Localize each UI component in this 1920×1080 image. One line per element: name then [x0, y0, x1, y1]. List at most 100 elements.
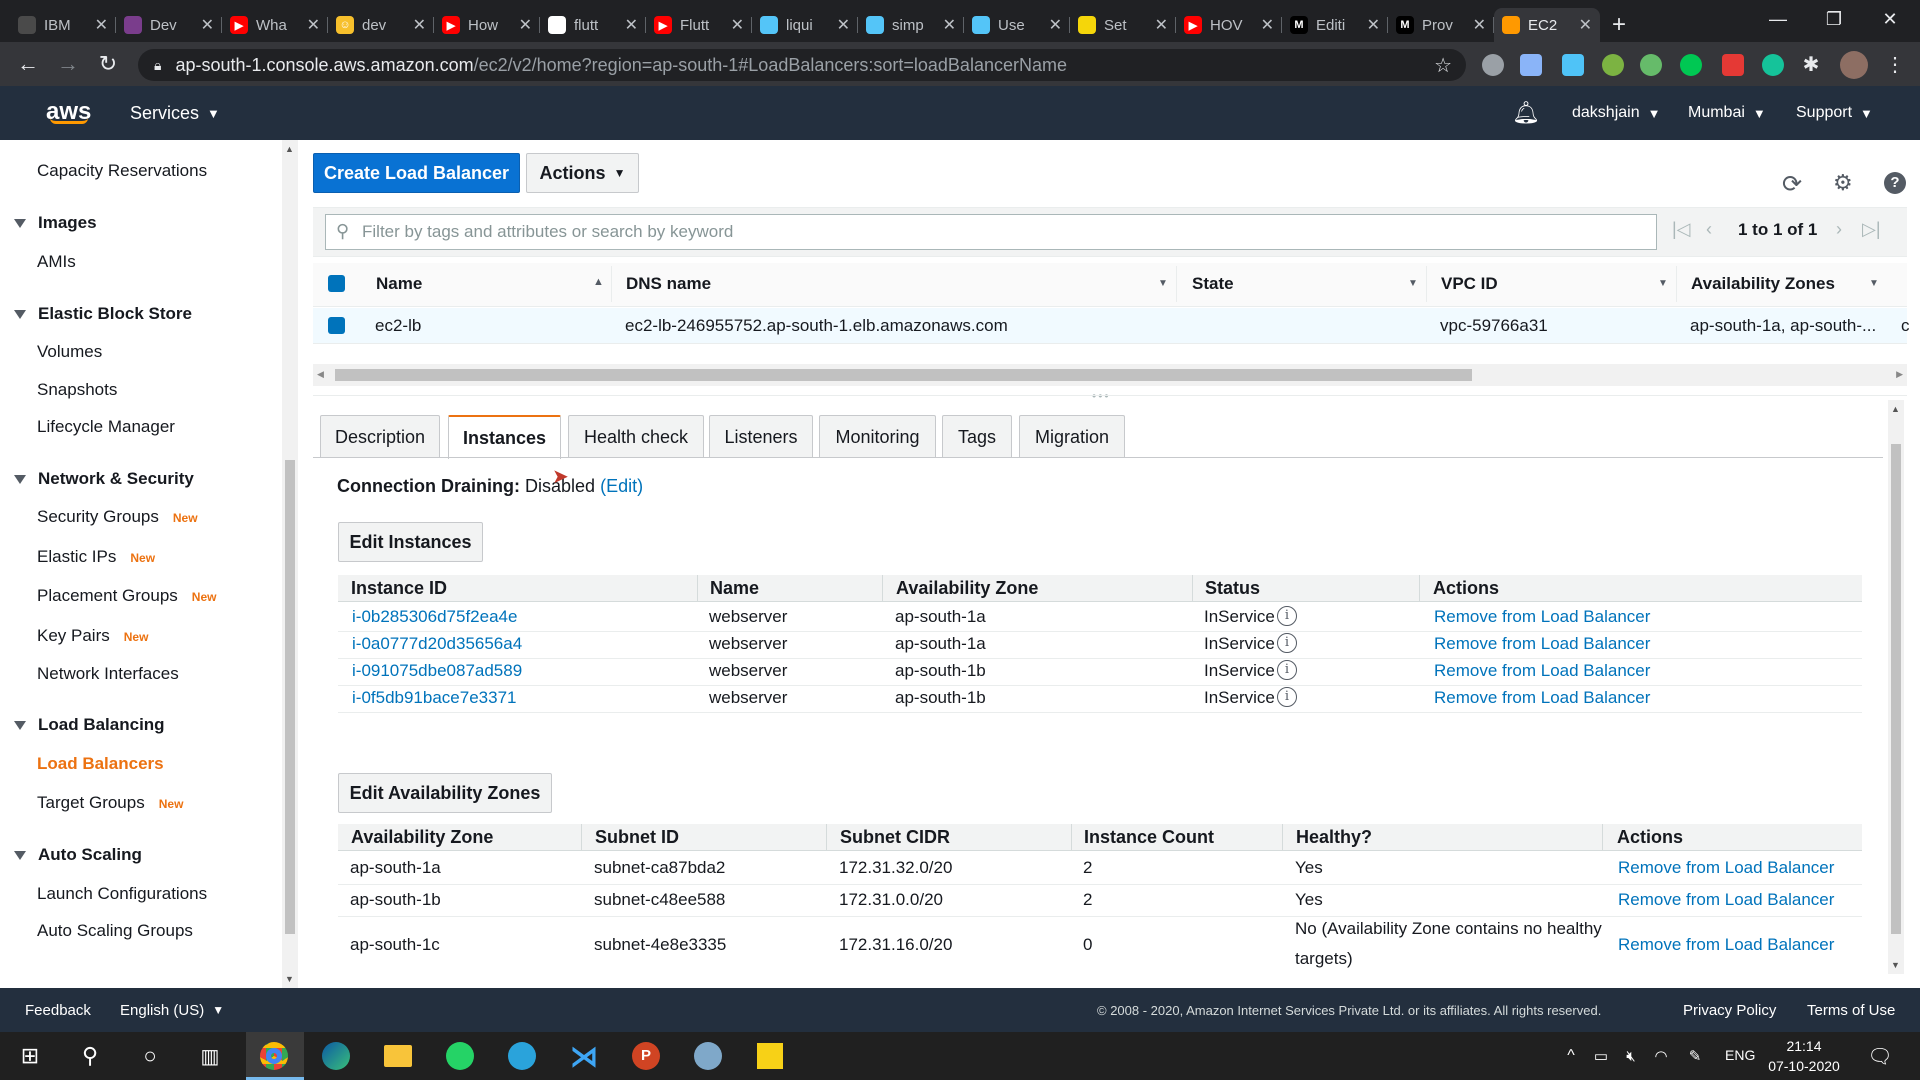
scroll-right-icon[interactable]: ▶	[1896, 369, 1903, 380]
col-header-state[interactable]: State	[1192, 274, 1234, 294]
remove-from-lb-link[interactable]: Remove from Load Balancer	[1618, 935, 1834, 955]
browser-tab[interactable]: IBM ✕	[10, 8, 116, 42]
extension-icon[interactable]	[1680, 54, 1702, 76]
profile-avatar[interactable]	[1840, 51, 1868, 79]
close-tab-icon[interactable]: ✕	[731, 15, 744, 35]
remove-from-lb-link[interactable]: Remove from Load Balancer	[1434, 607, 1650, 627]
close-tab-icon[interactable]: ✕	[1261, 15, 1274, 35]
task-view-icon[interactable]: ▥	[192, 1038, 228, 1074]
browser-tab[interactable]: Dev ✕	[116, 8, 222, 42]
sidebar-item-security-groups[interactable]: Security Groups New	[37, 507, 198, 527]
col-header-azs[interactable]: Availability Zones	[1691, 274, 1835, 294]
settings-gear-icon[interactable]: ⚙	[1833, 170, 1853, 196]
forward-icon[interactable]: →	[48, 51, 88, 77]
first-page-icon[interactable]: |◁	[1672, 219, 1691, 240]
close-tab-icon[interactable]: ✕	[307, 15, 320, 35]
sidebar-item-snapshots[interactable]: Snapshots	[37, 380, 117, 400]
refresh-icon[interactable]: ⟳	[1782, 170, 1802, 199]
notifications-icon[interactable]: 🗨︎	[1862, 1038, 1898, 1074]
info-icon[interactable]: i	[1277, 660, 1297, 680]
remove-from-lb-link[interactable]: Remove from Load Balancer	[1618, 890, 1834, 910]
address-bar[interactable]: 🔒︎ ap-south-1.console.aws.amazon.com/ec2…	[138, 49, 1466, 81]
close-window-icon[interactable]: ✕	[1862, 0, 1918, 38]
vscode-icon[interactable]: ⋊	[566, 1038, 602, 1074]
language-selector[interactable]: English (US) ▼	[120, 988, 224, 1032]
sidebar-item-key-pairs[interactable]: Key Pairs New	[37, 626, 148, 646]
scroll-up-icon[interactable]: ▲	[285, 144, 294, 154]
tab-description[interactable]: Description	[320, 415, 440, 458]
close-tab-icon[interactable]: ✕	[519, 15, 532, 35]
sidebar-item-placement-groups[interactable]: Placement Groups New	[37, 586, 216, 606]
edit-draining-link[interactable]: (Edit)	[600, 476, 643, 496]
scrollbar-thumb[interactable]	[1891, 444, 1901, 934]
edit-instances-button[interactable]: Edit Instances	[338, 522, 483, 562]
notifications-bell-icon[interactable]: 🔔︎	[1512, 86, 1540, 140]
browser-tab[interactable]: Set ✕	[1070, 8, 1176, 42]
scroll-down-icon[interactable]: ▼	[285, 974, 294, 984]
browser-tab[interactable]: ▶ How ✕	[434, 8, 540, 42]
info-icon[interactable]: i	[1277, 633, 1297, 653]
account-menu[interactable]: dakshjain ▼	[1572, 86, 1660, 140]
scroll-left-icon[interactable]: ◀	[317, 369, 324, 380]
extension-icon[interactable]	[1640, 54, 1662, 76]
sidebar-section-ebs[interactable]: Elastic Block Store	[14, 304, 192, 324]
support-menu[interactable]: Support ▼	[1796, 86, 1873, 140]
privacy-policy-link[interactable]: Privacy Policy	[1683, 988, 1776, 1032]
chrome-menu-icon[interactable]: ⋮	[1884, 54, 1906, 76]
close-tab-icon[interactable]: ✕	[1155, 15, 1168, 35]
close-tab-icon[interactable]: ✕	[1473, 15, 1486, 35]
browser-tab[interactable]: EC2 ✕	[1494, 8, 1600, 42]
sticky-notes-icon[interactable]	[757, 1043, 783, 1069]
table-row[interactable]	[313, 308, 1907, 344]
chrome-icon[interactable]	[260, 1042, 288, 1070]
instance-id-link[interactable]: i-0a0777d20d35656a4	[352, 634, 522, 654]
sidebar-item-volumes[interactable]: Volumes	[37, 342, 102, 362]
extension-icon[interactable]	[1602, 54, 1624, 76]
clock[interactable]: 21:14 07-10-2020	[1766, 1036, 1842, 1076]
back-icon[interactable]: ←	[8, 51, 48, 77]
help-icon[interactable]: ?	[1884, 172, 1906, 194]
remove-from-lb-link[interactable]: Remove from Load Balancer	[1434, 661, 1650, 681]
powerpoint-icon[interactable]: P	[632, 1042, 660, 1070]
app-icon[interactable]	[694, 1042, 722, 1070]
windows-start-icon[interactable]: ⊞	[12, 1038, 48, 1074]
info-icon[interactable]: i	[1277, 687, 1297, 707]
cortana-icon[interactable]: ○	[132, 1038, 168, 1074]
extension-icon[interactable]	[1722, 54, 1744, 76]
browser-tab[interactable]: ▶ Flutt ✕	[646, 8, 752, 42]
close-tab-icon[interactable]: ✕	[943, 15, 956, 35]
close-tab-icon[interactable]: ✕	[1049, 15, 1062, 35]
instance-id-link[interactable]: i-0b285306d75f2ea4e	[352, 607, 517, 627]
sidebar-section-load-balancing[interactable]: Load Balancing	[14, 715, 165, 735]
close-tab-icon[interactable]: ✕	[1579, 15, 1592, 35]
sidebar-item-launch-configurations[interactable]: Launch Configurations	[37, 884, 207, 904]
row-checkbox[interactable]	[328, 317, 345, 334]
extensions-puzzle-icon[interactable]: ✱	[1800, 54, 1822, 76]
aws-logo[interactable]: aws	[46, 86, 91, 140]
edit-availability-zones-button[interactable]: Edit Availability Zones	[338, 773, 552, 813]
file-explorer-icon[interactable]	[384, 1045, 412, 1067]
resize-handle-icon[interactable]: •••	[1092, 389, 1111, 403]
browser-tab[interactable]: M Editi ✕	[1282, 8, 1388, 42]
col-header-dns[interactable]: DNS name	[626, 274, 711, 294]
instance-id-link[interactable]: i-091075dbe087ad589	[352, 661, 522, 681]
terms-of-use-link[interactable]: Terms of Use	[1807, 988, 1895, 1032]
new-tab-button[interactable]: +	[1612, 8, 1626, 42]
whatsapp-icon[interactable]	[446, 1042, 474, 1070]
tab-monitoring[interactable]: Monitoring	[819, 415, 936, 458]
close-tab-icon[interactable]: ✕	[625, 15, 638, 35]
browser-tab[interactable]: liqui ✕	[752, 8, 858, 42]
column-menu-icon[interactable]: ▼	[1408, 278, 1418, 289]
grammarly-icon[interactable]	[1762, 54, 1784, 76]
feedback-link[interactable]: Feedback	[25, 988, 91, 1032]
remove-from-lb-link[interactable]: Remove from Load Balancer	[1618, 858, 1834, 878]
tab-migration[interactable]: Migration	[1019, 415, 1125, 458]
sidebar-item-capacity-reservations[interactable]: Capacity Reservations	[37, 161, 207, 181]
select-all-checkbox[interactable]	[328, 275, 345, 292]
sidebar-section-auto-scaling[interactable]: Auto Scaling	[14, 845, 142, 865]
col-header-vpc[interactable]: VPC ID	[1441, 274, 1498, 294]
edge-icon[interactable]	[322, 1042, 350, 1070]
region-menu[interactable]: Mumbai ▼	[1688, 86, 1766, 140]
bookmark-star-icon[interactable]: ☆	[1434, 53, 1452, 78]
col-header-name[interactable]: Name	[376, 274, 422, 294]
